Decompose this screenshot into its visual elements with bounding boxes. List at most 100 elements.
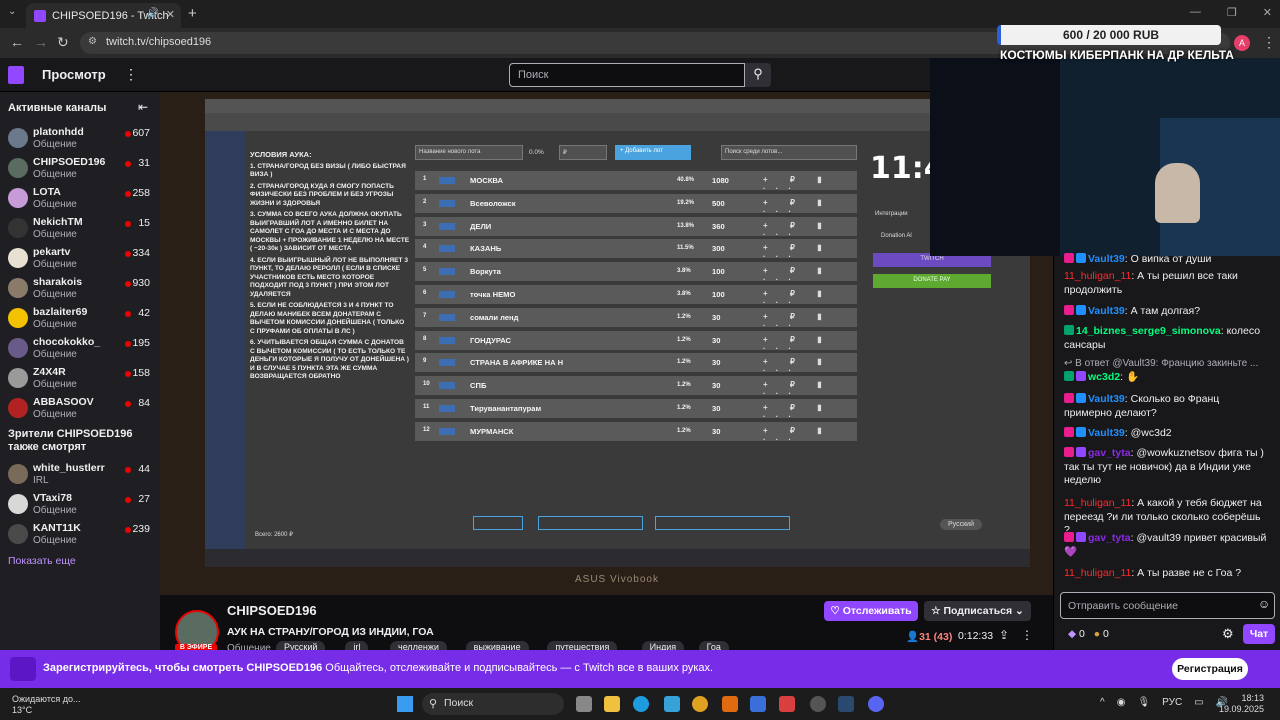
browser-tab-bar: ⌄ CHIPSOED196 - Twitch 🔊 ✕ + — ❐ ✕ bbox=[0, 0, 1280, 28]
sidebar-channel[interactable]: sharakois Общение 930 bbox=[0, 274, 160, 304]
lot-row: 5 Воркута 3.8% 100 + ₽ ▮ ··· bbox=[415, 262, 857, 284]
obs-icon[interactable] bbox=[810, 696, 826, 712]
channel-category: Общение bbox=[33, 199, 77, 210]
tab-list-icon[interactable]: ⌄ bbox=[8, 6, 16, 17]
chat-username[interactable]: Vault39 bbox=[1088, 305, 1125, 317]
live-dot-icon bbox=[125, 341, 131, 347]
lot-number: 7 bbox=[423, 312, 427, 319]
network-icon[interactable]: ▭ bbox=[1194, 697, 1203, 708]
audio-icon[interactable]: 🔊 bbox=[147, 8, 159, 19]
discord-icon[interactable] bbox=[868, 696, 884, 712]
new-tab-icon[interactable]: + bbox=[188, 5, 197, 22]
back-icon[interactable]: ← bbox=[10, 34, 24, 50]
edge-icon[interactable] bbox=[633, 696, 649, 712]
browser-tab[interactable]: CHIPSOED196 - Twitch 🔊 ✕ bbox=[26, 3, 181, 28]
reload-icon[interactable]: ↻ bbox=[57, 34, 69, 51]
sidebar-channel[interactable]: pekartv Общение 334 bbox=[0, 244, 160, 274]
share-icon[interactable]: ⇪ bbox=[999, 628, 1009, 642]
browse-link[interactable]: Просмотр bbox=[42, 67, 106, 82]
live-dot-icon bbox=[125, 131, 131, 137]
twitch-logo-icon[interactable] bbox=[8, 66, 24, 84]
sidebar-channel[interactable]: CHIPSOED196 Общение 31 bbox=[0, 154, 160, 184]
chat-username[interactable]: gav_tyta bbox=[1088, 532, 1131, 544]
chat-username[interactable]: 11_huligan_11 bbox=[1064, 497, 1131, 509]
weather-widget[interactable]: Ожидаются до... 13°C bbox=[12, 694, 81, 716]
webcam-overlay bbox=[930, 58, 1280, 256]
lot-amount: 100 bbox=[712, 267, 725, 277]
chat-username[interactable]: Vault39 bbox=[1088, 253, 1125, 265]
telegram-icon[interactable] bbox=[664, 696, 680, 712]
profile-avatar[interactable]: A bbox=[1234, 35, 1250, 51]
search-input[interactable]: Поиск bbox=[509, 63, 745, 87]
chat-username[interactable]: 11_huligan_11 bbox=[1064, 270, 1131, 282]
microphone-icon[interactable]: 🎙 bbox=[1137, 697, 1150, 708]
chat-username[interactable]: Vault39 bbox=[1088, 393, 1125, 405]
chat-message: Vault39: О випка от души bbox=[1064, 253, 1269, 267]
chat-username[interactable]: 14_biznes_serge9_simonova bbox=[1076, 325, 1221, 337]
lot-percent: 1.2% bbox=[677, 405, 691, 411]
sidebar-channel[interactable]: chocokokko_ Общение 195 bbox=[0, 334, 160, 364]
more-menu-icon[interactable]: ⋮ bbox=[124, 66, 138, 83]
search-icon[interactable]: ⚲ bbox=[745, 63, 771, 87]
lot-actions: + ₽ ▮ ··· bbox=[763, 425, 832, 444]
sidebar-channel[interactable]: Z4X4R Общение 158 bbox=[0, 364, 160, 394]
channel-points[interactable]: ◆ 0 ● 0 bbox=[1068, 628, 1109, 640]
minimize-icon[interactable]: — bbox=[1190, 6, 1201, 19]
file-explorer-icon[interactable] bbox=[604, 696, 620, 712]
task-view-icon[interactable] bbox=[576, 696, 592, 712]
app-icon[interactable] bbox=[722, 696, 738, 712]
chat-input[interactable]: Отправить сообщение bbox=[1060, 592, 1275, 619]
chat-settings-icon[interactable]: ⚙ bbox=[1222, 626, 1234, 642]
sidebar-channel[interactable]: LOTA Общение 258 bbox=[0, 184, 160, 214]
chrome-icon[interactable] bbox=[692, 696, 708, 712]
input-language[interactable]: РУС bbox=[1162, 697, 1182, 708]
close-tab-icon[interactable]: ✕ bbox=[166, 8, 175, 21]
chat-username[interactable]: 11_huligan_11 bbox=[1064, 567, 1131, 579]
lot-color-chip bbox=[439, 268, 455, 276]
tray-app-icon[interactable]: ◉ bbox=[1117, 697, 1126, 708]
start-icon[interactable] bbox=[397, 696, 413, 712]
chat-panel: Vault39: О випка от души 11_huligan_11: А… bbox=[1053, 253, 1280, 650]
site-info-icon[interactable]: ⚙ bbox=[88, 36, 97, 47]
sidebar-channel[interactable]: white_hustlerr IRL 44 bbox=[0, 460, 160, 490]
sidebar-channel[interactable]: VTaxi78 Общение 27 bbox=[0, 490, 160, 520]
live-dot-icon bbox=[125, 467, 131, 473]
taskbar-search[interactable]: ⚲ Поиск bbox=[422, 693, 564, 715]
browser-menu-icon[interactable]: ⋮ bbox=[1262, 34, 1276, 51]
sidebar-channel[interactable]: KANT11K Общение 239 bbox=[0, 520, 160, 550]
chat-message: gav_tyta: @wowkuznetsov фига ты ) так ты… bbox=[1064, 447, 1269, 488]
lot-color-chip bbox=[439, 359, 455, 367]
sidebar-channel[interactable]: NekichTM Общение 15 bbox=[0, 214, 160, 244]
follow-button[interactable]: ♡ Отслеживать bbox=[824, 601, 918, 621]
tray-expand-icon[interactable]: ^ bbox=[1100, 697, 1105, 708]
chat-username[interactable]: gav_tyta bbox=[1088, 447, 1131, 459]
streamer-name[interactable]: CHIPSOED196 bbox=[227, 603, 317, 618]
steam-icon[interactable] bbox=[838, 696, 854, 712]
chat-username[interactable]: Vault39 bbox=[1088, 427, 1125, 439]
chat-username[interactable]: wc3d2 bbox=[1088, 371, 1120, 383]
taskbar-clock[interactable]: 18:13 19.09.2025 bbox=[1219, 693, 1264, 715]
lot-number: 9 bbox=[423, 358, 427, 365]
sidebar-channel[interactable]: bazlaiter69 Общение 42 bbox=[0, 304, 160, 334]
forward-icon[interactable]: → bbox=[34, 34, 48, 50]
sidebar-channel[interactable]: platonhdd Общение 607 bbox=[0, 124, 160, 154]
sidebar-channel[interactable]: ABBASOOV Общение 84 bbox=[0, 394, 160, 424]
maximize-icon[interactable]: ❐ bbox=[1227, 6, 1237, 19]
subscribe-button[interactable]: ☆ Подписаться ⌄ bbox=[924, 601, 1031, 621]
emote-picker-icon[interactable]: ☺ bbox=[1258, 597, 1270, 611]
integrations-label: Интеграции bbox=[875, 211, 908, 217]
more-options-icon[interactable]: ⋮ bbox=[1021, 628, 1033, 642]
show-more-link[interactable]: Показать еще bbox=[8, 555, 76, 567]
lot-color-chip bbox=[439, 405, 455, 412]
register-button[interactable]: Регистрация bbox=[1172, 658, 1248, 680]
video-player[interactable]: УСЛОВИЯ АУКА: 1. СТРАНА/ГОРОД БЕЗ ВИЗЫ (… bbox=[160, 92, 1053, 595]
lot-actions: + ₽ ▮ ··· bbox=[763, 334, 832, 353]
app-icon[interactable] bbox=[779, 696, 795, 712]
lot-row: 4 КАЗАНЬ 11.5% 300 + ₽ ▮ ··· bbox=[415, 239, 857, 261]
channel-viewers: 239 bbox=[132, 523, 150, 535]
app-icon[interactable] bbox=[750, 696, 766, 712]
window-close-icon[interactable]: ✕ bbox=[1263, 6, 1272, 19]
collapse-sidebar-icon[interactable]: ⇤ bbox=[138, 100, 148, 114]
lot-name: ГОНДУРАС bbox=[470, 335, 511, 345]
chat-send-button[interactable]: Чат bbox=[1243, 624, 1275, 644]
